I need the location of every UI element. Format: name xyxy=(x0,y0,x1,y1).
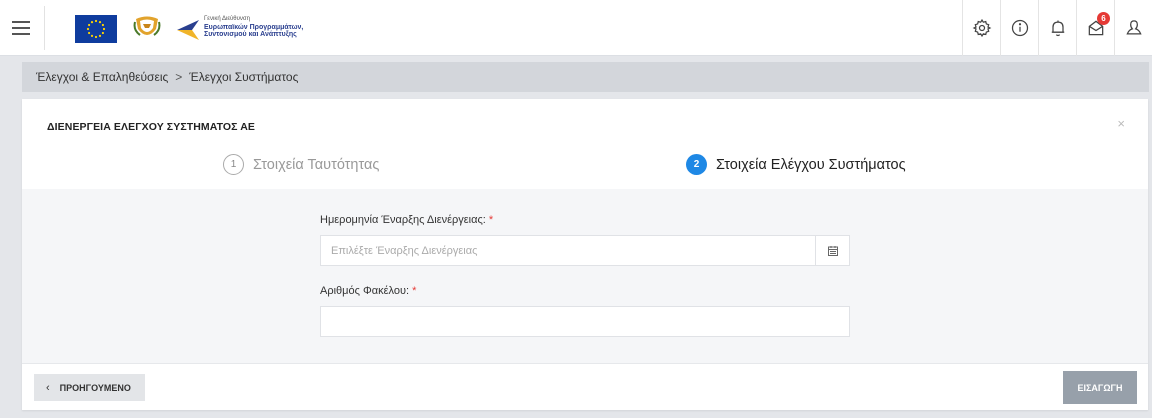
breadcrumb-item-checks[interactable]: Έλεγχοι & Επαληθεύσεις xyxy=(36,70,168,84)
menu-icon[interactable] xyxy=(12,21,30,35)
info-button[interactable] xyxy=(1000,0,1038,56)
chevron-left-icon: ‹ xyxy=(46,381,50,394)
eu-flag-logo xyxy=(75,15,117,43)
settings-button[interactable] xyxy=(962,0,1000,56)
step-system-check[interactable]: 2 Στοιχεία Ελέγχου Συστήματος xyxy=(686,154,906,175)
required-marker: * xyxy=(488,214,494,226)
modal-card: ΔΙΕΝΕΡΓΕΙΑ ΕΛΕΓΧΟΥ ΣΥΣΤΗΜΑΤΟΣ ΑΕ × 1 Στο… xyxy=(22,99,1148,410)
start-date-input[interactable] xyxy=(320,235,816,266)
step-number: 2 xyxy=(686,154,707,175)
divider xyxy=(44,6,45,50)
agency-logo-line-1: Γενική Διεύθυνση xyxy=(204,16,250,22)
bell-icon xyxy=(1051,20,1064,37)
gear-icon xyxy=(972,18,991,38)
step-label: Στοιχεία Ταυτότητας xyxy=(253,156,380,173)
messages-button[interactable]: 6 xyxy=(1076,0,1114,56)
agency-logo-line-3: Συντονισμού και Ανάπτυξης xyxy=(204,31,297,38)
step-number: 1 xyxy=(223,154,244,175)
notification-badge: 6 xyxy=(1097,12,1110,25)
close-icon[interactable]: × xyxy=(1117,116,1125,131)
top-bar: Γενική Διεύθυνση Ευρωπαϊκών Προγραμμάτων… xyxy=(0,0,1152,56)
breadcrumb-item-system-checks[interactable]: Έλεγχοι Συστήματος xyxy=(189,70,298,84)
cyprus-emblem-logo xyxy=(132,13,162,43)
submit-button[interactable]: ΕΙΣΑΓΩΓΗ xyxy=(1063,371,1137,404)
modal-footer: ‹ ΠΡΟΗΓΟΥΜΕΝΟ ΕΙΣΑΓΩΓΗ xyxy=(22,363,1148,410)
previous-button[interactable]: ‹ ΠΡΟΗΓΟΥΜΕΝΟ xyxy=(34,374,145,401)
file-number-input[interactable] xyxy=(320,306,850,337)
modal-title: ΔΙΕΝΕΡΓΕΙΑ ΕΛΕΓΧΟΥ ΣΥΣΤΗΜΑΤΟΣ ΑΕ xyxy=(47,121,255,133)
breadcrumb: Έλεγχοι & Επαληθεύσεις > Έλεγχοι Συστήμα… xyxy=(22,62,1149,92)
calendar-button[interactable] xyxy=(816,235,850,266)
agency-logo-line-2: Ευρωπαϊκών Προγραμμάτων, xyxy=(204,23,304,31)
breadcrumb-separator: > xyxy=(175,70,183,84)
modal-header: ΔΙΕΝΕΡΓΕΙΑ ΕΛΕΓΧΟΥ ΣΥΣΤΗΜΑΤΟΣ ΑΕ × 1 Στο… xyxy=(22,99,1148,189)
calendar-icon xyxy=(827,245,838,256)
user-button[interactable] xyxy=(1114,0,1152,56)
agency-logo: Γενική Διεύθυνση Ευρωπαϊκών Προγραμμάτων… xyxy=(175,16,345,44)
previous-button-label: ΠΡΟΗΓΟΥΜΕΝΟ xyxy=(59,382,131,393)
step-identity[interactable]: 1 Στοιχεία Ταυτότητας xyxy=(223,154,379,175)
top-icons-group: 6 xyxy=(962,0,1152,56)
start-date-label: Ημερομηνία Έναρξης Διενέργειας: * xyxy=(320,214,494,226)
step-label: Στοιχεία Ελέγχου Συστήματος xyxy=(716,156,906,173)
info-icon xyxy=(1011,19,1028,37)
user-icon xyxy=(1125,20,1142,35)
required-marker: * xyxy=(412,285,417,297)
notifications-button[interactable] xyxy=(1038,0,1076,56)
file-number-label: Αριθμός Φακέλου: * xyxy=(320,285,417,297)
